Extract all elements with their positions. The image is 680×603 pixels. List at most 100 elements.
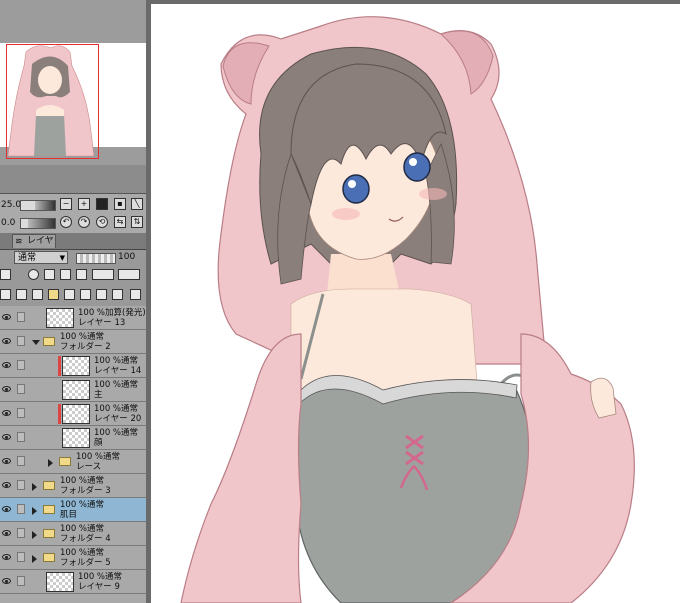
zoom-slider[interactable] (20, 200, 56, 211)
blend-mode-value: 通常 (18, 253, 37, 263)
lock-icon[interactable] (60, 269, 71, 280)
folder-expanded-icon[interactable] (32, 340, 40, 345)
layer-blend-info: 100 %通常 (94, 380, 139, 390)
layer-lock-toggle[interactable] (17, 504, 25, 514)
reference-layer-icon[interactable] (44, 269, 55, 280)
visibility-eye-icon[interactable] (2, 386, 11, 392)
visibility-eye-icon[interactable] (2, 314, 11, 320)
chevron-down-icon: ▼ (59, 254, 65, 262)
left-blush (332, 208, 360, 220)
rotate-left-icon[interactable]: ↶ (60, 216, 72, 228)
layer-lock-toggle[interactable] (17, 360, 25, 370)
layer-folder-row[interactable]: 100 %通常 レース (0, 450, 146, 474)
layer-blend-info: 100 %通常 (60, 548, 105, 558)
navigator-view-frame[interactable] (6, 44, 99, 159)
lock-transparency-icon[interactable] (76, 269, 87, 280)
visibility-eye-icon[interactable] (2, 338, 11, 344)
layer-lock-toggle[interactable] (17, 456, 25, 466)
rotate-value: 0.0 (1, 218, 16, 228)
left-panel: 25.0 − + ▪ ╲ 0.0 ↶ ↷ ⟲ ⇆ ⇅ ≋ レイヤー 通常 ▼ 1… (0, 0, 146, 603)
visibility-eye-icon[interactable] (2, 362, 11, 368)
layer-name: レース (76, 462, 102, 472)
visibility-eye-icon[interactable] (2, 434, 11, 440)
layer-folder-row[interactable]: 100 %通常 フォルダー 2 (0, 330, 146, 354)
folder-icon (43, 505, 55, 514)
layer-lock-toggle[interactable] (17, 384, 25, 394)
navigator-panel (0, 0, 146, 165)
clipping-icon[interactable] (28, 269, 39, 280)
layer-row[interactable]: 100 %通常主 (0, 378, 146, 402)
opacity-slider[interactable] (76, 253, 116, 264)
visibility-eye-icon[interactable] (2, 458, 11, 464)
folder-icon (43, 337, 55, 346)
ruler-icon[interactable] (118, 269, 140, 280)
layer-row[interactable]: 100 %通常 レイヤー 20 (0, 402, 146, 426)
layer-row[interactable]: 100 %通常 レイヤー 14 (0, 354, 146, 378)
new-vector-layer-icon[interactable] (32, 289, 43, 300)
layer-list: 100 %加算(発光) レイヤー 13 100 %通常 フォルダー 2 100 %通常レ… (0, 306, 146, 603)
new-raster-layer-icon[interactable] (16, 289, 27, 300)
folder-icon (43, 481, 55, 490)
folder-collapsed-icon[interactable] (48, 459, 53, 467)
transfer-down-icon[interactable] (64, 289, 75, 300)
canvas-area[interactable] (146, 0, 680, 603)
visibility-eye-icon[interactable] (2, 506, 11, 512)
layer-lock-toggle[interactable] (17, 552, 25, 562)
layer-row[interactable]: 100 %通常顔 (0, 426, 146, 450)
blend-mode-select[interactable]: 通常 ▼ (14, 251, 68, 264)
layer-lock-toggle[interactable] (17, 528, 25, 538)
combine-down-icon[interactable] (80, 289, 91, 300)
actual-size-icon[interactable]: ▪ (114, 198, 126, 210)
layer-thumbnail (62, 380, 90, 400)
zoom-out-icon[interactable]: − (60, 198, 72, 210)
layer-row[interactable]: 100 %通常 レイヤー 9 (0, 570, 146, 594)
visibility-eye-icon[interactable] (2, 578, 11, 584)
trash-icon[interactable] (130, 289, 141, 300)
rotate-right-icon[interactable]: ↷ (78, 216, 90, 228)
right-eye (403, 152, 431, 182)
blend-row: 通常 ▼ 100 (0, 250, 146, 266)
new-folder-icon[interactable] (48, 289, 59, 300)
visibility-eye-icon[interactable] (2, 482, 11, 488)
reset-rotation-icon[interactable]: ⟲ (96, 216, 108, 228)
apply-mask-icon[interactable] (112, 289, 123, 300)
left-eye (342, 174, 370, 204)
flip-horizontal-icon[interactable]: ⇆ (114, 216, 126, 228)
layer-folder-row[interactable]: 100 %通常 フォルダー 5 (0, 546, 146, 570)
visibility-eye-icon[interactable] (2, 530, 11, 536)
mask-icon[interactable] (92, 269, 114, 280)
zoom-in-icon[interactable]: + (78, 198, 90, 210)
layer-row[interactable]: 100 %加算(発光) レイヤー 13 (0, 306, 146, 330)
layer-blend-info: 100 %通常 (78, 572, 123, 582)
layer-lock-toggle[interactable] (17, 408, 25, 418)
layer-name: 顔 (94, 438, 103, 448)
layer-list-icon[interactable] (0, 289, 11, 300)
left-sleeve (180, 333, 302, 603)
layer-folder-row[interactable]: 100 %通常 肌目 (0, 498, 146, 522)
layer-color-icon[interactable] (0, 269, 11, 280)
layer-blend-info: 100 %通常 (60, 332, 105, 342)
visibility-eye-icon[interactable] (2, 410, 11, 416)
rotate-slider[interactable] (20, 218, 56, 229)
layer-lock-toggle[interactable] (17, 432, 25, 442)
layer-lock-toggle[interactable] (17, 336, 25, 346)
layer-panel-tabs: ≋ レイヤー (0, 233, 146, 259)
folder-collapsed-icon[interactable] (32, 483, 37, 491)
layer-lock-toggle[interactable] (17, 576, 25, 586)
tab-layer[interactable]: ≋ レイヤー (12, 234, 56, 259)
visibility-eye-icon[interactable] (2, 554, 11, 560)
layer-folder-row[interactable]: 100 %通常 フォルダー 4 (0, 522, 146, 546)
flip-icon[interactable]: ╲ (131, 198, 143, 210)
layer-lock-toggle[interactable] (17, 480, 25, 490)
folder-collapsed-icon[interactable] (32, 507, 37, 515)
flip-vertical-icon[interactable]: ⇅ (131, 216, 143, 228)
folder-collapsed-icon[interactable] (32, 531, 37, 539)
canvas-paper[interactable] (151, 4, 680, 603)
layer-name: レイヤー 9 (78, 582, 120, 592)
opacity-value: 100 (118, 252, 136, 262)
folder-collapsed-icon[interactable] (32, 555, 37, 563)
mask-add-icon[interactable] (96, 289, 107, 300)
layer-folder-row[interactable]: 100 %通常 フォルダー 3 (0, 474, 146, 498)
fit-screen-icon[interactable] (96, 198, 108, 210)
layer-lock-toggle[interactable] (17, 312, 25, 322)
